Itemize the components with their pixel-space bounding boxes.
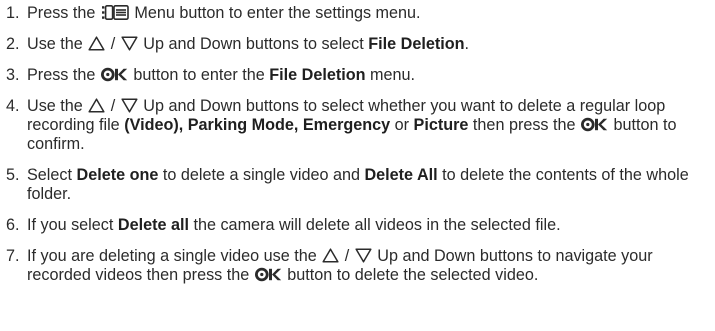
step-item: 4. Use the / Up and Down buttons to selec… — [6, 97, 709, 154]
menu-icon — [101, 5, 129, 20]
step-number: 5. — [6, 166, 20, 184]
instructions-document: 1. Press the Menu button to enter the set… — [0, 0, 715, 331]
step-item: 2. Use the / Up and Down buttons to selec… — [6, 35, 709, 54]
step-text: If you select — [27, 216, 118, 234]
bold-term: Delete all — [117, 216, 189, 234]
step-text: button to delete the selected video. — [282, 266, 539, 284]
bold-term: Delete one — [76, 166, 159, 184]
ok-icon — [100, 67, 128, 82]
bold-term: Delete All — [364, 166, 438, 184]
step-text: . — [464, 35, 470, 53]
bold-term: (Video), Parking Mode, Emergency — [124, 116, 391, 134]
step-item: 5. Select Delete one to delete a single v… — [6, 166, 709, 204]
step-text: then press the — [468, 116, 581, 134]
down-triangle-icon — [121, 36, 138, 51]
ok-icon — [254, 267, 282, 282]
step-text: or — [390, 116, 414, 134]
step-number: 2. — [6, 35, 20, 53]
up-triangle-icon — [88, 36, 105, 51]
step-text: If you are deleting a single video use t… — [27, 247, 322, 265]
up-triangle-icon — [322, 248, 339, 263]
bold-term: File Deletion — [269, 66, 366, 84]
step-text: Use the — [27, 97, 88, 115]
step-number: 7. — [6, 247, 20, 265]
bold-term: Picture — [413, 116, 469, 134]
step-text: to delete a single video and — [158, 166, 365, 184]
step-text: Select — [27, 166, 77, 184]
step-number: 6. — [6, 216, 20, 234]
bold-term: File Deletion — [368, 35, 465, 53]
step-text: button to enter the — [128, 66, 270, 84]
step-item: 6. If you select Delete all the camera wi… — [6, 216, 709, 235]
step-number: 4. — [6, 97, 20, 115]
step-text: Press the — [27, 4, 100, 22]
step-text: / — [106, 35, 120, 53]
step-text: the camera will delete all videos in the… — [188, 216, 561, 234]
step-number: 1. — [6, 4, 20, 22]
step-text: Use the — [27, 35, 88, 53]
step-text: / — [106, 97, 120, 115]
down-triangle-icon — [355, 248, 372, 263]
step-text: Up and Down buttons to select — [138, 35, 369, 53]
ok-icon — [581, 117, 608, 132]
step-item: 1. Press the Menu button to enter the set… — [6, 4, 709, 23]
step-item: 3. Press the button to enter the File De… — [6, 66, 709, 85]
step-text: / — [340, 247, 354, 265]
step-number: 3. — [6, 66, 20, 84]
steps-list: 1. Press the Menu button to enter the set… — [6, 4, 709, 285]
step-text: Menu button to enter the settings menu. — [129, 4, 421, 22]
up-triangle-icon — [88, 98, 105, 113]
step-text: menu. — [365, 66, 416, 84]
step-item: 7. If you are deleting a single video use… — [6, 247, 709, 285]
step-text: Press the — [27, 66, 100, 84]
down-triangle-icon — [121, 98, 138, 113]
